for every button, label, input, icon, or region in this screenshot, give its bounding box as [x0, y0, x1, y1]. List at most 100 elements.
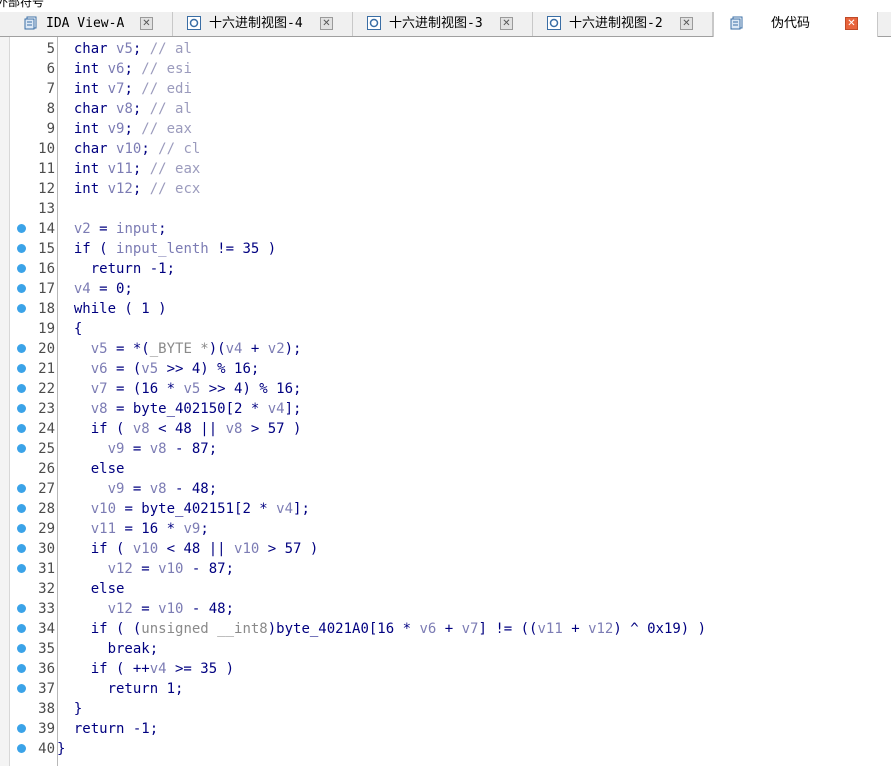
tab-ida-view-a[interactable]: IDA View-A ✕ — [10, 12, 173, 36]
identifier-token[interactable]: v2 — [268, 341, 285, 357]
code-line[interactable]: 33 v12 = v10 - 48; — [0, 599, 891, 619]
code-line[interactable]: 21 v6 = (v5 >> 4) % 16; — [0, 359, 891, 379]
code-line[interactable]: 5 char v5; // al — [0, 39, 891, 59]
identifier-token[interactable]: input — [116, 221, 158, 237]
identifier-token[interactable]: v10 — [133, 541, 158, 557]
code-line[interactable]: 7 int v7; // edi — [0, 79, 891, 99]
identifier-token[interactable]: v6 — [419, 621, 436, 637]
identifier-token[interactable]: v10 — [91, 501, 116, 517]
tab-hex-view-4[interactable]: 十六进制视图-4 ✕ — [173, 12, 353, 36]
code-line[interactable]: 19 { — [0, 319, 891, 339]
identifier-token[interactable]: v7 — [462, 621, 479, 637]
code-line[interactable]: 31 v12 = v10 - 87; — [0, 559, 891, 579]
identifier-token[interactable]: v10 — [234, 541, 259, 557]
identifier-token[interactable]: v5 — [141, 361, 158, 377]
close-icon[interactable]: ✕ — [680, 17, 693, 30]
identifier-token[interactable]: v8 — [116, 101, 133, 117]
code-token: int — [57, 81, 108, 97]
code-line[interactable]: 8 char v8; // al — [0, 99, 891, 119]
code-line[interactable]: 39 return -1; — [0, 719, 891, 739]
code-line[interactable]: 34 if ( (unsigned __int8)byte_4021A0[16 … — [0, 619, 891, 639]
identifier-token[interactable]: v4 — [226, 341, 243, 357]
code-line[interactable]: 10 char v10; // cl — [0, 139, 891, 159]
code-text: v10 = byte_402151[2 * v4]; — [57, 499, 310, 519]
code-line[interactable]: 18 while ( 1 ) — [0, 299, 891, 319]
identifier-token[interactable]: v12 — [108, 601, 133, 617]
identifier-token[interactable]: v10 — [158, 561, 183, 577]
code-text: } — [57, 699, 82, 719]
code-line[interactable]: 38 } — [0, 699, 891, 719]
line-number: 17 — [38, 281, 55, 297]
identifier-token[interactable]: input_lenth — [116, 241, 209, 257]
identifier-token[interactable]: v9 — [108, 481, 125, 497]
code-line[interactable]: 28 v10 = byte_402151[2 * v4]; — [0, 499, 891, 519]
code-line[interactable]: 12 int v12; // ecx — [0, 179, 891, 199]
code-token: + — [436, 621, 462, 637]
tab-hex-view-3[interactable]: 十六进制视图-3 ✕ — [353, 12, 533, 36]
line-number: 28 — [38, 501, 55, 517]
identifier-token[interactable]: v7 — [91, 381, 108, 397]
identifier-token[interactable]: v6 — [91, 361, 108, 377]
comment-token: // eax — [141, 121, 192, 137]
code-line[interactable]: 37 return 1; — [0, 679, 891, 699]
code-line[interactable]: 29 v11 = 16 * v9; — [0, 519, 891, 539]
identifier-token[interactable]: v8 — [133, 421, 150, 437]
code-text: v12 = v10 - 48; — [57, 599, 234, 619]
identifier-token[interactable]: v9 — [108, 121, 125, 137]
identifier-token[interactable]: v8 — [226, 421, 243, 437]
identifier-token[interactable]: v2 — [74, 221, 91, 237]
identifier-token[interactable]: v4 — [150, 661, 167, 677]
identifier-token[interactable]: v9 — [183, 521, 200, 537]
code-line[interactable]: 9 int v9; // eax — [0, 119, 891, 139]
identifier-token[interactable]: v4 — [276, 501, 293, 517]
identifier-token[interactable]: v12 — [108, 181, 133, 197]
identifier-token[interactable]: v12 — [108, 561, 133, 577]
code-line[interactable]: 26 else — [0, 459, 891, 479]
tab-pseudocode[interactable]: 伪代码 ✕ — [713, 12, 878, 37]
code-line[interactable]: 20 v5 = *(_BYTE *)(v4 + v2); — [0, 339, 891, 359]
identifier-token[interactable]: v8 — [150, 481, 167, 497]
code-line[interactable]: 17 v4 = 0; — [0, 279, 891, 299]
identifier-token[interactable]: v8 — [91, 401, 108, 417]
code-line[interactable]: 25 v9 = v8 - 87; — [0, 439, 891, 459]
identifier-token[interactable]: v10 — [116, 141, 141, 157]
identifier-token[interactable]: v6 — [108, 61, 125, 77]
identifier-token[interactable]: v4 — [74, 281, 91, 297]
code-line[interactable]: 15 if ( input_lenth != 35 ) — [0, 239, 891, 259]
close-icon[interactable]: ✕ — [320, 17, 333, 30]
pseudocode-editor[interactable]: 5 char v5; // al 6 int v6; // esi 7 int v7… — [0, 37, 891, 766]
identifier-token[interactable]: v12 — [588, 621, 613, 637]
code-line[interactable]: 24 if ( v8 < 48 || v8 > 57 ) — [0, 419, 891, 439]
identifier-token[interactable]: v7 — [108, 81, 125, 97]
code-line[interactable]: 35 break; — [0, 639, 891, 659]
identifier-token[interactable]: v9 — [108, 441, 125, 457]
identifier-token[interactable]: v8 — [150, 441, 167, 457]
identifier-token[interactable]: v11 — [108, 161, 133, 177]
code-line[interactable]: 36 if ( ++v4 >= 35 ) — [0, 659, 891, 679]
tab-hex-view-2[interactable]: 十六进制视图-2 ✕ — [533, 12, 713, 36]
close-icon[interactable]: ✕ — [140, 17, 153, 30]
identifier-token[interactable]: v4 — [268, 401, 285, 417]
code-line[interactable]: 40} — [0, 739, 891, 759]
line-number: 24 — [38, 421, 55, 437]
identifier-token[interactable]: v11 — [91, 521, 116, 537]
identifier-token[interactable]: v10 — [158, 601, 183, 617]
code-line[interactable]: 13 — [0, 199, 891, 219]
code-line[interactable]: 16 return -1; — [0, 259, 891, 279]
identifier-token[interactable]: v5 — [91, 341, 108, 357]
code-line[interactable]: 6 int v6; // esi — [0, 59, 891, 79]
code-text: return -1; — [57, 259, 175, 279]
code-line[interactable]: 23 v8 = byte_402150[2 * v4]; — [0, 399, 891, 419]
code-line[interactable]: 11 int v11; // eax — [0, 159, 891, 179]
code-text: char v10; // cl — [57, 139, 200, 159]
identifier-token[interactable]: v11 — [537, 621, 562, 637]
code-line[interactable]: 30 if ( v10 < 48 || v10 > 57 ) — [0, 539, 891, 559]
close-icon[interactable]: ✕ — [845, 17, 858, 30]
close-icon[interactable]: ✕ — [500, 17, 513, 30]
identifier-token[interactable]: v5 — [116, 41, 133, 57]
identifier-token[interactable]: v5 — [183, 381, 200, 397]
code-line[interactable]: 32 else — [0, 579, 891, 599]
code-line[interactable]: 22 v7 = (16 * v5 >> 4) % 16; — [0, 379, 891, 399]
code-line[interactable]: 14 v2 = input; — [0, 219, 891, 239]
code-line[interactable]: 27 v9 = v8 - 48; — [0, 479, 891, 499]
